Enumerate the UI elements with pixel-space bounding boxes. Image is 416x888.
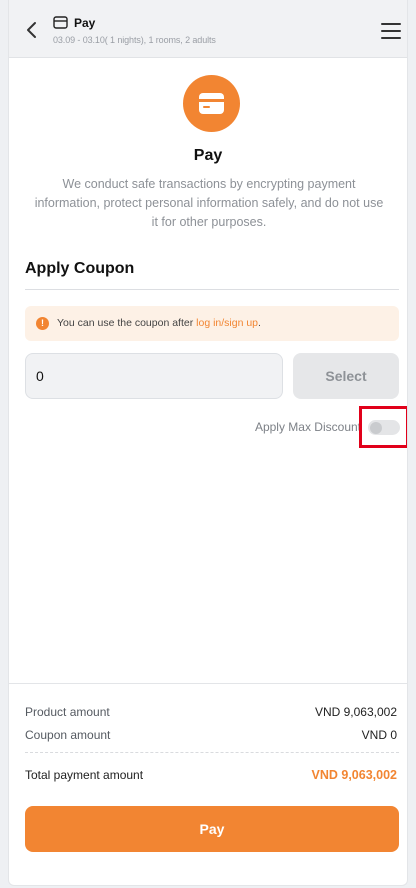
coupon-amount-label: Coupon amount xyxy=(25,728,111,742)
chevron-left-icon[interactable] xyxy=(23,20,41,40)
credit-card-icon xyxy=(199,93,224,114)
select-coupon-button[interactable]: Select xyxy=(293,353,399,399)
dashed-divider xyxy=(25,752,399,753)
total-payment-value: VND 9,063,002 xyxy=(311,768,397,782)
notice-text: You can use the coupon after xyxy=(57,317,197,329)
pay-hero-icon xyxy=(183,75,240,132)
divider xyxy=(25,289,399,290)
toggle-knob xyxy=(370,421,382,434)
summary-divider xyxy=(9,683,407,684)
security-description: We conduct safe transactions by encrypti… xyxy=(34,177,384,229)
apply-max-discount-toggle[interactable] xyxy=(368,420,400,435)
coupon-amount-value: VND 0 xyxy=(361,728,397,742)
notice-suffix: . xyxy=(258,317,261,329)
page-title: Pay xyxy=(74,16,96,30)
total-payment-label: Total payment amount xyxy=(25,768,144,782)
apply-coupon-heading: Apply Coupon xyxy=(25,260,135,277)
login-signup-link[interactable]: log in/sign up xyxy=(196,317,258,329)
pay-button[interactable]: Pay xyxy=(25,806,399,852)
coupon-input[interactable]: 0 xyxy=(25,353,283,399)
header-bar: Pay 03.09 - 03.10( 1 nights), 1 rooms, 2… xyxy=(9,0,407,58)
highlight-box xyxy=(359,406,407,448)
credit-card-icon xyxy=(53,16,68,29)
hamburger-menu-icon[interactable] xyxy=(381,22,401,40)
booking-summary: 03.09 - 03.10( 1 nights), 1 rooms, 2 adu… xyxy=(53,35,216,45)
apply-max-discount-label: Apply Max Discount xyxy=(254,420,361,434)
product-amount-label: Product amount xyxy=(25,705,110,719)
warning-icon: ! xyxy=(36,317,49,330)
coupon-login-notice: ! You can use the coupon after log in/si… xyxy=(25,306,399,341)
payment-panel: Pay 03.09 - 03.10( 1 nights), 1 rooms, 2… xyxy=(8,0,408,886)
product-amount-value: VND 9,063,002 xyxy=(314,705,397,719)
pay-heading: Pay xyxy=(193,147,223,164)
